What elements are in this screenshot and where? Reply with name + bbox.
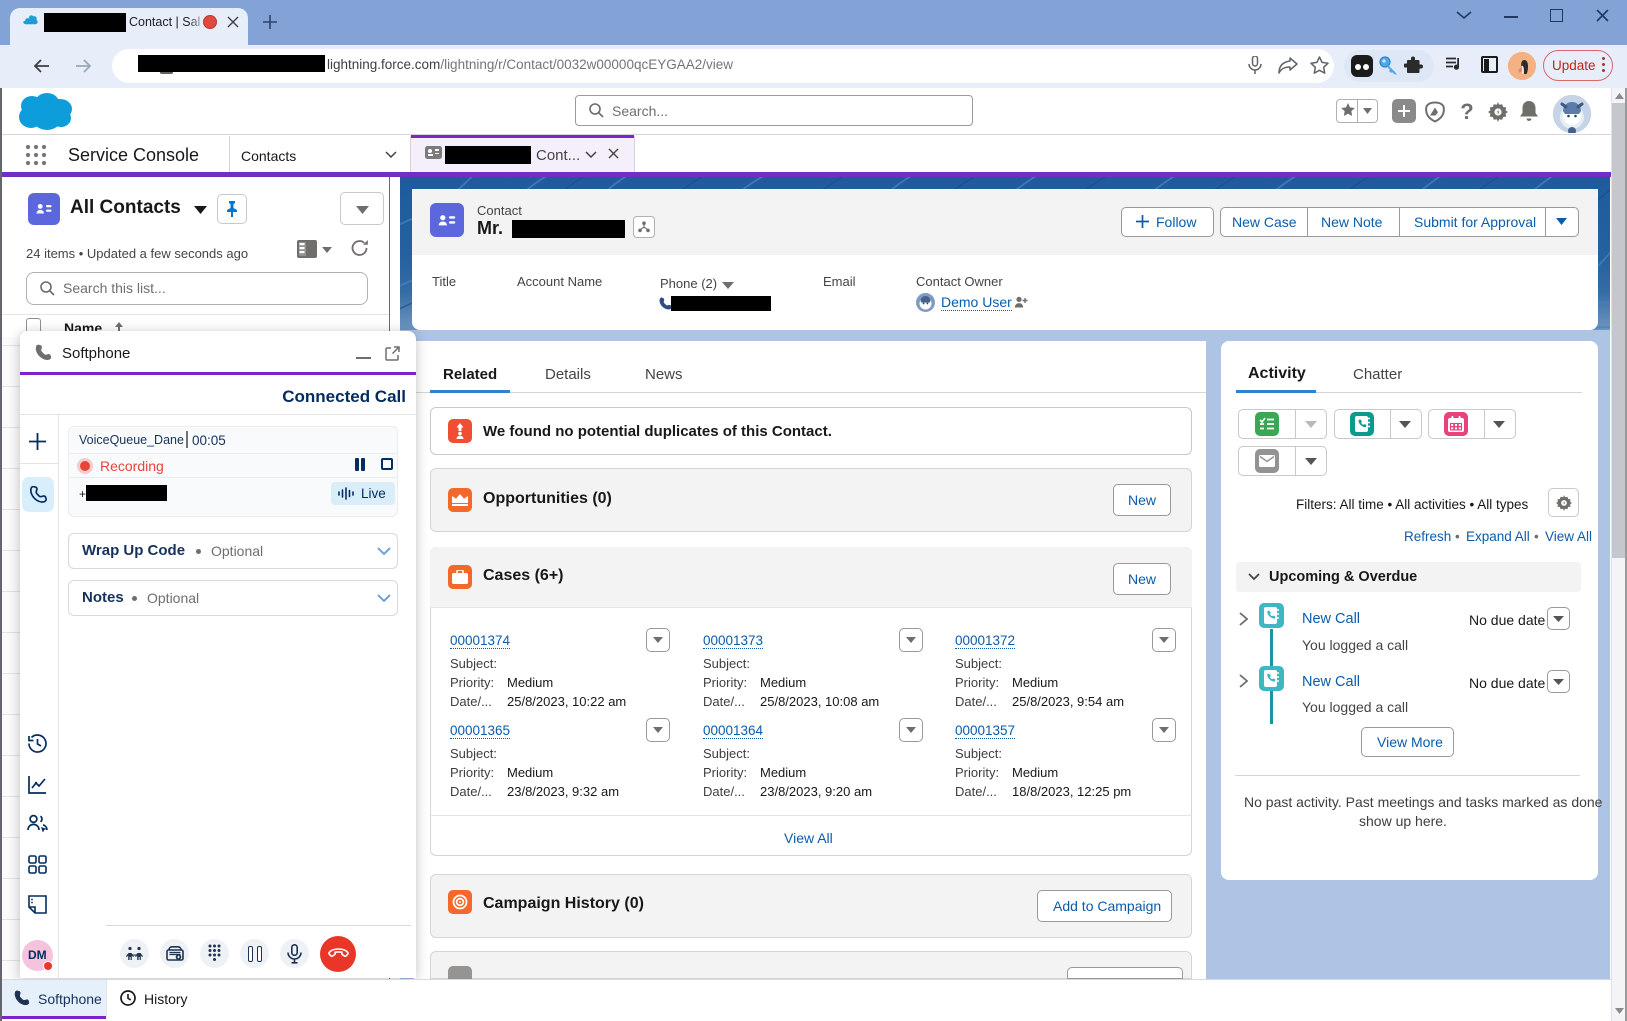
svg-text:?: ? [1460, 99, 1473, 124]
